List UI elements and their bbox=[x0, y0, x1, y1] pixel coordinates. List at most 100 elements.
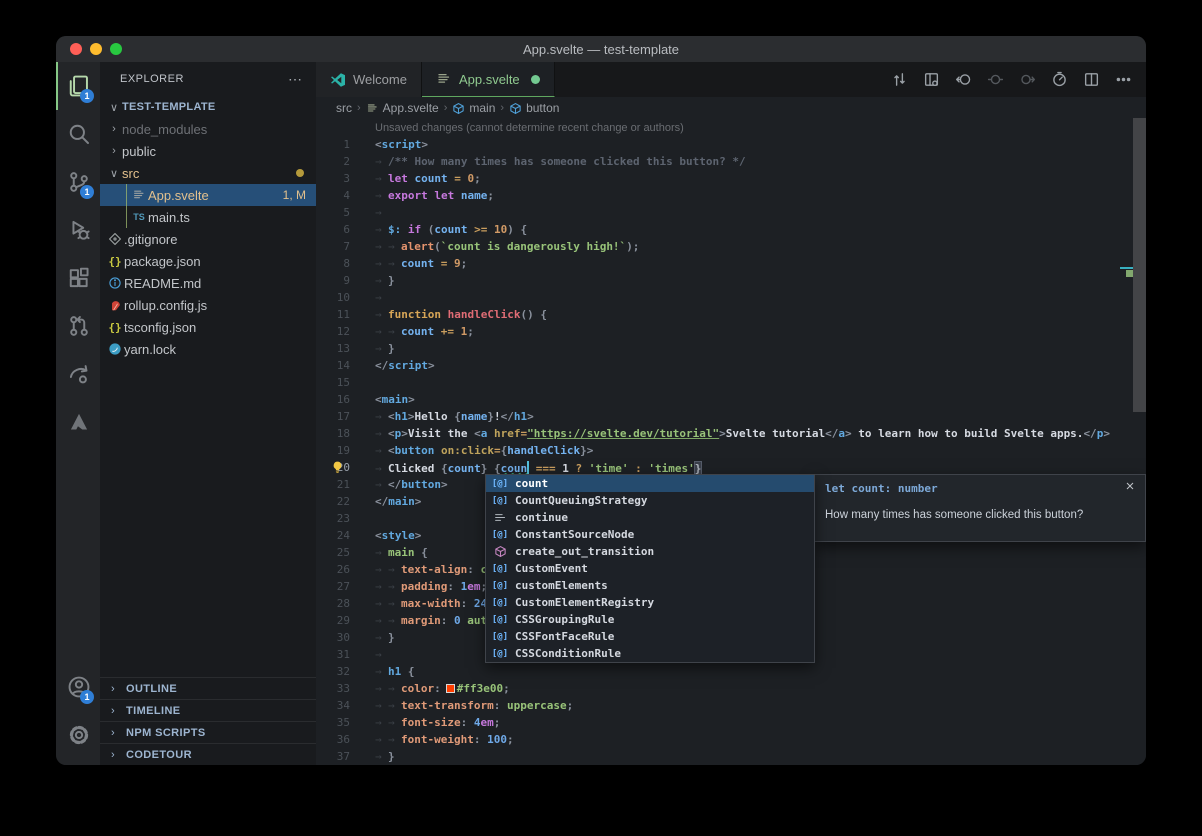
code-line-3[interactable]: 3→let count = 0; bbox=[316, 170, 1146, 187]
line-number[interactable]: 25 bbox=[316, 546, 356, 559]
code-line-18[interactable]: 18→<p>Visit the <a href="https://svelte.… bbox=[316, 425, 1146, 442]
breadcrumb-item-src[interactable]: src bbox=[336, 101, 352, 115]
minimize-window-button[interactable] bbox=[90, 43, 102, 55]
suggest-item-cssconditionrule[interactable]: [@]CSSConditionRule bbox=[486, 645, 814, 662]
code-line-1[interactable]: 1<script> bbox=[316, 136, 1146, 153]
code-line-14[interactable]: 14</script> bbox=[316, 357, 1146, 374]
line-number[interactable]: 28 bbox=[316, 597, 356, 610]
line-number[interactable]: 12 bbox=[316, 325, 356, 338]
line-number[interactable]: 8 bbox=[316, 257, 356, 270]
code-line-5[interactable]: 5→ bbox=[316, 204, 1146, 221]
code-line-35[interactable]: 35→→font-size: 4em; bbox=[316, 714, 1146, 731]
breadcrumb-item-app-svelte[interactable]: App.svelte bbox=[366, 101, 439, 115]
line-number[interactable]: 13 bbox=[316, 342, 356, 355]
line-number[interactable]: 4 bbox=[316, 189, 356, 202]
breadcrumb-item-main[interactable]: main bbox=[452, 101, 495, 115]
suggest-item-continue[interactable]: continue bbox=[486, 509, 814, 526]
code-line-19[interactable]: 19→<button on:click={handleClick}> bbox=[316, 442, 1146, 459]
zoom-window-button[interactable] bbox=[110, 43, 122, 55]
code-line-15[interactable]: 15 bbox=[316, 374, 1146, 391]
line-number[interactable]: 36 bbox=[316, 733, 356, 746]
code-line-9[interactable]: 9→} bbox=[316, 272, 1146, 289]
line-number[interactable]: 14 bbox=[316, 359, 356, 372]
line-number[interactable]: 22 bbox=[316, 495, 356, 508]
code-line-10[interactable]: 10→ bbox=[316, 289, 1146, 306]
code-line-11[interactable]: 11→function handleClick() { bbox=[316, 306, 1146, 323]
sidebar-section-timeline[interactable]: ›TIMELINE bbox=[100, 699, 316, 721]
tree-item-yarn-lock[interactable]: yarn.lock bbox=[100, 338, 316, 360]
code-line-6[interactable]: 6→$: if (count >= 10) { bbox=[316, 221, 1146, 238]
tree-root-test-template[interactable]: ∨ TEST-TEMPLATE bbox=[100, 96, 316, 118]
close-icon[interactable] bbox=[1124, 480, 1138, 494]
breadcrumb-item-button[interactable]: button bbox=[509, 101, 559, 115]
line-number[interactable]: 17 bbox=[316, 410, 356, 423]
line-number[interactable]: 34 bbox=[316, 699, 356, 712]
suggest-item-create_out_transition[interactable]: create_out_transition bbox=[486, 543, 814, 560]
lightbulb-icon[interactable] bbox=[330, 460, 345, 475]
activity-bar-item-github-pull-requests[interactable] bbox=[56, 302, 100, 350]
tree-item-src[interactable]: ∨src bbox=[100, 162, 316, 184]
suggest-item-countqueuingstrategy[interactable]: [@]CountQueuingStrategy bbox=[486, 492, 814, 509]
code-line-4[interactable]: 4→export let name; bbox=[316, 187, 1146, 204]
tree-item-rollup-config-js[interactable]: rollup.config.js bbox=[100, 294, 316, 316]
line-number[interactable]: 31 bbox=[316, 648, 356, 661]
line-number[interactable]: 26 bbox=[316, 563, 356, 576]
views-and-more-actions-button[interactable]: ⋯ bbox=[288, 71, 302, 88]
more-actions-button[interactable] bbox=[1112, 69, 1134, 91]
line-number[interactable]: 9 bbox=[316, 274, 356, 287]
activity-bar-item-settings[interactable] bbox=[56, 711, 100, 759]
activity-bar-item-run-debug[interactable] bbox=[56, 206, 100, 254]
color-swatch[interactable] bbox=[446, 684, 455, 693]
sidebar-section-codetour[interactable]: ›CODETOUR bbox=[100, 743, 316, 765]
tree-item-readme-md[interactable]: README.md bbox=[100, 272, 316, 294]
line-number[interactable]: 7 bbox=[316, 240, 356, 253]
line-number[interactable]: 32 bbox=[316, 665, 356, 678]
line-number[interactable]: 37 bbox=[316, 750, 356, 763]
line-number[interactable]: 21 bbox=[316, 478, 356, 491]
code-line-32[interactable]: 32→h1 { bbox=[316, 663, 1146, 680]
tree-item-app-svelte[interactable]: App.svelte1, M bbox=[100, 184, 316, 206]
code-editor[interactable]: Unsaved changes (cannot determine recent… bbox=[316, 119, 1146, 765]
title-bar[interactable]: App.svelte — test-template bbox=[56, 36, 1146, 62]
activity-bar-item-live-share[interactable] bbox=[56, 350, 100, 398]
suggest-item-count[interactable]: [@]count bbox=[486, 475, 814, 492]
tab-app-svelte[interactable]: App.svelte bbox=[422, 62, 555, 97]
run-button[interactable] bbox=[1048, 69, 1070, 91]
activity-bar-item-azure[interactable] bbox=[56, 398, 100, 446]
split-editor-button[interactable] bbox=[1080, 69, 1102, 91]
close-window-button[interactable] bbox=[70, 43, 82, 55]
code-line-8[interactable]: 8→→count = 9; bbox=[316, 255, 1146, 272]
line-number[interactable]: 30 bbox=[316, 631, 356, 644]
suggest-item-customevent[interactable]: [@]CustomEvent bbox=[486, 560, 814, 577]
suggest-item-customelementregistry[interactable]: [@]CustomElementRegistry bbox=[486, 594, 814, 611]
code-line-16[interactable]: 16<main> bbox=[316, 391, 1146, 408]
line-number[interactable]: 1 bbox=[316, 138, 356, 151]
line-number[interactable]: 27 bbox=[316, 580, 356, 593]
activity-bar-item-source-control[interactable]: 1 bbox=[56, 158, 100, 206]
navigate-back-button[interactable] bbox=[952, 69, 974, 91]
suggest-item-constantsourcenode[interactable]: [@]ConstantSourceNode bbox=[486, 526, 814, 543]
navigate-unchanged-button[interactable] bbox=[984, 69, 1006, 91]
line-number[interactable]: 24 bbox=[316, 529, 356, 542]
activity-bar-item-search[interactable] bbox=[56, 110, 100, 158]
tab-welcome[interactable]: Welcome bbox=[316, 62, 422, 97]
activity-bar-item-accounts[interactable]: 1 bbox=[56, 663, 100, 711]
open-changes-button[interactable] bbox=[888, 69, 910, 91]
code-line-2[interactable]: 2→/** How many times has someone clicked… bbox=[316, 153, 1146, 170]
line-number[interactable]: 6 bbox=[316, 223, 356, 236]
line-number[interactable]: 15 bbox=[316, 376, 356, 389]
line-number[interactable]: 3 bbox=[316, 172, 356, 185]
code-line-17[interactable]: 17→<h1>Hello {name}!</h1> bbox=[316, 408, 1146, 425]
open-preview-button[interactable] bbox=[920, 69, 942, 91]
navigate-forward-button[interactable] bbox=[1016, 69, 1038, 91]
sidebar-section-npm-scripts[interactable]: ›NPM SCRIPTS bbox=[100, 721, 316, 743]
line-number[interactable]: 33 bbox=[316, 682, 356, 695]
tree-item-main-ts[interactable]: TSmain.ts bbox=[100, 206, 316, 228]
sidebar-section-outline[interactable]: ›OUTLINE bbox=[100, 677, 316, 699]
tree-item-public[interactable]: ›public bbox=[100, 140, 316, 162]
line-number[interactable]: 16 bbox=[316, 393, 356, 406]
line-number[interactable]: 2 bbox=[316, 155, 356, 168]
suggest-item-cssgroupingrule[interactable]: [@]CSSGroupingRule bbox=[486, 611, 814, 628]
suggest-item-cssfontfacerule[interactable]: [@]CSSFontFaceRule bbox=[486, 628, 814, 645]
activity-bar-item-explorer[interactable]: 1 bbox=[56, 62, 100, 110]
